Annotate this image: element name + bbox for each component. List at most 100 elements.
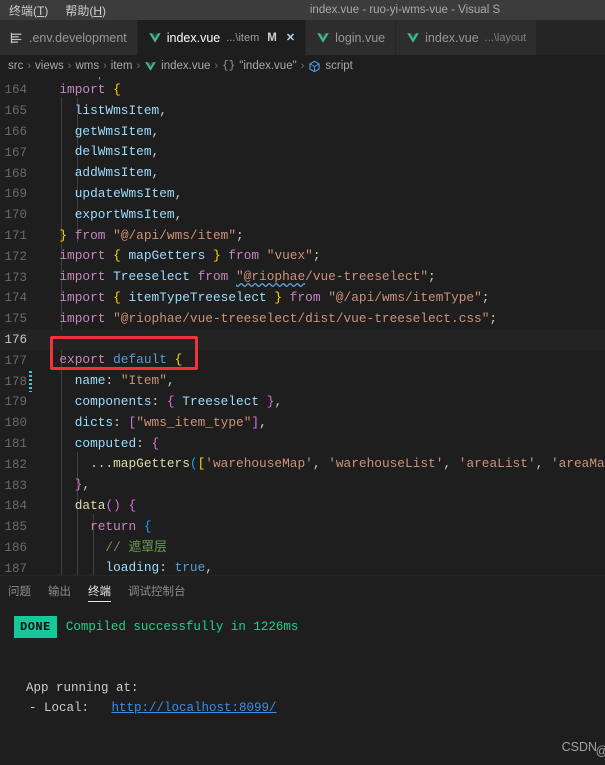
close-icon[interactable]: ✕ [286,31,295,44]
code-row[interactable]: 174 import { itemTypeTreeselect } from "… [0,288,605,309]
editor-tab-login-vue[interactable]: login.vue [306,20,397,55]
code-row[interactable]: 170 exportWmsItem, [0,205,605,226]
module-icon [308,60,321,73]
code-row[interactable]: 172 import { mapGetters } from "vuex"; [0,246,605,267]
breadcrumb-item-wms[interactable]: wms [75,60,99,72]
line-content: getWmsItem, [74,123,160,139]
watermark-brand: CSDN [561,740,597,754]
line-number: 182 [4,457,27,472]
code-row[interactable]: 182 ...mapGetters(['warehouseMap', 'ware… [0,454,605,475]
code-row[interactable]: 169 updateWmsItem, [0,184,605,205]
line-number: 186 [4,540,27,555]
breadcrumb-item-src[interactable]: src [8,60,23,72]
breadcrumb-item-index-vue-object[interactable]: {} "index.vue" [222,60,297,72]
breadcrumb-item-item[interactable]: item [111,60,133,72]
line-number: 171 [4,228,27,243]
line-content: computed: { [74,435,160,451]
line-number: 184 [4,499,27,514]
editor-tab-index-vue-item[interactable]: index.vue ...\item M ✕ [137,20,307,55]
code-row[interactable]: 180 dicts: ["wms_item_type"], [0,413,605,434]
settings-file-icon [10,31,24,45]
terminal-line-app-running: App running at: [14,678,605,698]
line-number: 185 [4,520,27,535]
code-row[interactable]: 183 }, [0,475,605,496]
code-editor[interactable]: 163 <script> 164 import { 165 listWmsIte… [0,77,605,575]
line-content: listWmsItem, [74,102,167,118]
code-row[interactable]: 185 return { [0,517,605,538]
code-row[interactable]: 177 export default { [0,350,605,371]
tab-description: ...\item [226,31,260,44]
code-row[interactable]: 164 import { [0,80,605,101]
line-content: import { mapGetters } from "vuex"; [59,248,321,264]
code-row[interactable]: 181 computed: { [0,434,605,455]
line-number: 183 [4,478,27,493]
code-row[interactable]: 168 addWmsItem, [0,163,605,184]
panel-tab-label: 问题 [8,586,31,598]
breadcrumb-item-script[interactable]: script [308,60,353,73]
code-row[interactable]: 179 components: { Treeselect }, [0,392,605,413]
chevron-right-icon: › [67,60,72,72]
line-number: 172 [4,249,27,264]
code-row[interactable]: 175 import "@riophae/vue-treeselect/dist… [0,309,605,330]
breadcrumb-label: views [35,60,64,72]
line-content: import { itemTypeTreeselect } from "@/ap… [59,289,490,305]
breadcrumb: src › views › wms › item › index.vue › {… [0,55,605,77]
line-content: updateWmsItem, [74,185,183,201]
line-number: 178 [4,374,27,389]
code-row[interactable]: 167 delWmsItem, [0,142,605,163]
terminal-line-local: - Local: http://localhost:8099/ [14,698,605,718]
watermark-stack: CSDN @出炉1024 [561,740,605,758]
panel-tab-debug-console[interactable]: 调试控制台 [128,576,186,606]
line-number: 175 [4,312,27,327]
line-content: dicts: ["wms_item_type"], [74,414,267,430]
breadcrumb-label: index.vue [161,60,211,72]
terminal-local-link[interactable]: http://localhost:8099/ [112,698,277,718]
line-number: 164 [4,83,27,98]
panel-tab-label: 输出 [48,586,71,598]
line-content: data() { [74,497,137,513]
panel-tab-terminal[interactable]: 终端 [88,576,111,606]
line-content: delWmsItem, [74,144,160,160]
line-content: import "@riophae/vue-treeselect/dist/vue… [59,310,498,326]
panel-tab-problems[interactable]: 问题 [8,576,31,606]
breadcrumb-item-index-vue[interactable]: index.vue [144,60,210,73]
editor-tab-env-development[interactable]: .env.development [0,20,138,55]
code-row[interactable]: 173 import Treeselect from "@riophae/vue… [0,267,605,288]
terminal-output[interactable]: DONE Compiled successfully in 1226ms App… [0,606,605,718]
line-number: 170 [4,208,27,223]
chevron-right-icon: › [214,60,219,72]
breadcrumb-label: item [110,60,133,72]
csdn-watermark: CSDN @出炉1024 [561,740,605,758]
line-content: components: { Treeselect }, [74,393,283,409]
terminal-status-message: Compiled successfully in 1226ms [65,620,299,634]
breadcrumb-item-views[interactable]: views [35,60,64,72]
watermark-overlay: @出炉1024 [596,740,605,759]
code-row-current[interactable]: 176 [0,329,605,351]
terminal-line-status: DONE Compiled successfully in 1226ms [14,616,605,638]
panel-tab-output[interactable]: 输出 [48,576,71,606]
code-row[interactable]: 184 data() { [0,496,605,517]
tab-label: index.vue [166,30,221,45]
line-content: ...mapGetters(['warehouseMap', 'warehous… [90,456,605,472]
code-row[interactable]: 178 name: "Item", [0,371,605,392]
line-number: 187 [4,561,27,575]
chevron-right-icon: › [300,60,305,72]
line-number: 173 [4,270,27,285]
modified-line-indicator [29,371,32,392]
vue-file-icon [406,31,420,45]
code-row[interactable]: 186 // 遮罩层 [0,538,605,559]
title-bar: 终端(T) 帮助(H) index.vue - ruo-yi-wms-vue -… [0,0,605,20]
code-row[interactable]: 187 loading: true, [0,558,605,575]
code-row[interactable]: 165 listWmsItem, [0,101,605,122]
vue-file-icon [148,31,162,45]
code-row[interactable]: 166 getWmsItem, [0,122,605,143]
line-number: 168 [4,166,27,181]
tab-label: login.vue [335,30,386,45]
editor-tab-index-vue-layout[interactable]: index.vue ...\layout [396,20,538,55]
line-content: } from "@/api/wms/item"; [59,227,244,243]
code-row[interactable]: 171 } from "@/api/wms/item"; [0,226,605,247]
line-number: 169 [4,187,27,202]
line-content: addWmsItem, [74,165,160,181]
